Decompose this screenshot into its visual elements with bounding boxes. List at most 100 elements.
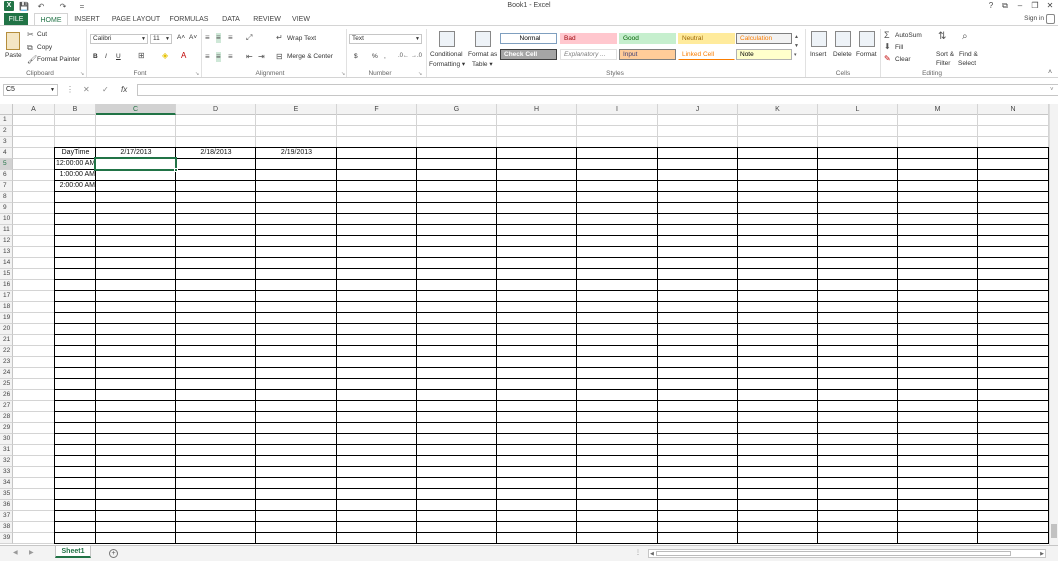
row-header-35[interactable]: 35 (0, 489, 13, 500)
close-icon[interactable]: ✕ (1044, 0, 1056, 12)
font-size-combo[interactable]: 11 ▼ (150, 34, 172, 44)
name-box[interactable]: C5 ▼ (3, 84, 58, 96)
row-header-15[interactable]: 15 (0, 269, 13, 280)
align-top-icon[interactable]: ≡ (205, 33, 210, 43)
font-launcher-icon[interactable]: ↘ (195, 71, 199, 77)
borders-icon[interactable]: ⊞ (138, 51, 145, 61)
row-header-19[interactable]: 19 (0, 313, 13, 324)
merge-center-icon[interactable]: ⊟ (276, 52, 283, 62)
align-middle-icon[interactable]: ≡ (216, 33, 221, 43)
align-center-icon[interactable]: ≡ (216, 52, 221, 62)
fill-icon[interactable]: ⬇ (884, 42, 891, 52)
vertical-scroll-thumb[interactable] (1051, 524, 1057, 538)
column-header-m[interactable]: M (898, 104, 978, 115)
column-header-l[interactable]: L (818, 104, 898, 115)
row-header-25[interactable]: 25 (0, 379, 13, 390)
row-header-24[interactable]: 24 (0, 368, 13, 379)
add-sheet-icon[interactable]: + (109, 549, 118, 558)
cell-style-explanatory[interactable]: Explanatory ... (560, 49, 617, 60)
row-header-9[interactable]: 9 (0, 203, 13, 214)
column-header-d[interactable]: D (176, 104, 256, 115)
row-header-21[interactable]: 21 (0, 335, 13, 346)
cell-style-calculation[interactable]: Calculation (736, 33, 792, 44)
currency-button[interactable]: $ (354, 53, 358, 60)
row-header-34[interactable]: 34 (0, 478, 13, 489)
help-icon[interactable]: ? (985, 0, 997, 12)
sort-filter-icon[interactable]: ⇅ (938, 32, 946, 42)
decrease-decimal-icon[interactable]: →.0 (411, 51, 422, 61)
row-header-33[interactable]: 33 (0, 467, 13, 478)
find-select-line1[interactable]: Find & (959, 51, 978, 58)
prev-sheet-icon[interactable]: ◀ (13, 549, 18, 556)
cut-button[interactable]: Cut (37, 31, 47, 38)
row-header-22[interactable]: 22 (0, 346, 13, 357)
align-right-icon[interactable]: ≡ (228, 52, 233, 62)
underline-button[interactable]: U (116, 53, 121, 60)
italic-button[interactable]: I (105, 53, 107, 60)
expand-formula-bar-icon[interactable]: ˅ (1050, 84, 1054, 96)
minimize-icon[interactable]: – (1014, 0, 1026, 12)
shrink-font-button[interactable]: A˅ (189, 34, 197, 41)
sheet-tab-sheet1[interactable]: Sheet1 (55, 546, 91, 558)
user-icon[interactable] (1046, 14, 1055, 24)
copy-button[interactable]: Copy (37, 44, 52, 51)
row-header-10[interactable]: 10 (0, 214, 13, 225)
column-header-k[interactable]: K (738, 104, 818, 115)
column-header-n[interactable]: N (978, 104, 1049, 115)
cell-style-bad[interactable]: Bad (560, 33, 617, 44)
column-header-b[interactable]: B (55, 104, 96, 115)
cell-b4[interactable]: DayTime (56, 148, 95, 158)
format-as-table-line2[interactable]: Table ▾ (472, 60, 493, 68)
row-header-32[interactable]: 32 (0, 456, 13, 467)
decrease-indent-icon[interactable]: ⇤ (246, 52, 253, 62)
row-header-6[interactable]: 6 (0, 170, 13, 181)
column-header-e[interactable]: E (256, 104, 337, 115)
maximize-icon[interactable]: ❐ (1029, 0, 1041, 12)
increase-decimal-icon[interactable]: .0← (398, 51, 409, 61)
column-header-h[interactable]: H (497, 104, 577, 115)
column-header-j[interactable]: J (658, 104, 738, 115)
sort-filter-line1[interactable]: Sort & (936, 51, 954, 58)
find-binoculars-icon[interactable]: ⌕ (962, 32, 968, 42)
scroll-right-icon[interactable]: ▶ (1040, 551, 1044, 557)
row-header-7[interactable]: 7 (0, 181, 13, 192)
font-name-combo[interactable]: Calibri ▼ (90, 34, 148, 44)
enter-icon[interactable]: ✓ (102, 84, 109, 96)
next-sheet-icon[interactable]: ▶ (29, 549, 34, 556)
row-header-37[interactable]: 37 (0, 511, 13, 522)
scroll-left-icon[interactable]: ◀ (650, 551, 654, 557)
number-format-combo[interactable]: Text ▼ (349, 34, 422, 44)
conditional-formatting-icon[interactable] (439, 31, 455, 47)
grow-font-button[interactable]: A˄ (177, 34, 185, 41)
fill-button[interactable]: Fill (895, 44, 903, 51)
orientation-icon[interactable]: ⤢ (246, 33, 252, 43)
merge-center-button[interactable]: Merge & Center (287, 53, 333, 60)
cell-d4[interactable]: 2/18/2013 (177, 148, 255, 158)
font-color-icon[interactable]: A (181, 51, 186, 61)
row-header-26[interactable]: 26 (0, 390, 13, 401)
insert-cells-icon[interactable] (811, 31, 827, 47)
wrap-text-button[interactable]: Wrap Text (287, 35, 316, 42)
clipboard-launcher-icon[interactable]: ↘ (80, 71, 84, 77)
row-header-8[interactable]: 8 (0, 192, 13, 203)
column-header-f[interactable]: F (337, 104, 417, 115)
align-left-icon[interactable]: ≡ (205, 52, 210, 62)
row-header-3[interactable]: 3 (0, 137, 13, 148)
column-header-c[interactable]: C (96, 104, 176, 115)
cell-style-good[interactable]: Good (619, 33, 676, 44)
delete-cells-icon[interactable] (835, 31, 851, 47)
row-header-20[interactable]: 20 (0, 324, 13, 335)
comma-button[interactable]: , (384, 53, 386, 60)
row-header-39[interactable]: 39 (0, 533, 13, 544)
clear-icon[interactable]: ✎ (884, 54, 891, 64)
row-header-1[interactable]: 1 (0, 115, 13, 126)
formula-input[interactable] (137, 84, 1058, 96)
row-header-38[interactable]: 38 (0, 522, 13, 533)
horizontal-scrollbar[interactable]: ◀ ▶ (648, 549, 1046, 558)
find-select-line2[interactable]: Select (958, 60, 976, 67)
tab-splitter-icon[interactable]: ⋮ (635, 549, 641, 556)
worksheet-grid[interactable]: ABCDEFGHIJKLMN 1 2 3 4 5 6 7 8 9 10 11 12 13 14 15 16 17… (0, 104, 1058, 545)
row-header-13[interactable]: 13 (0, 247, 13, 258)
percent-button[interactable]: % (372, 53, 378, 60)
row-header-16[interactable]: 16 (0, 280, 13, 291)
